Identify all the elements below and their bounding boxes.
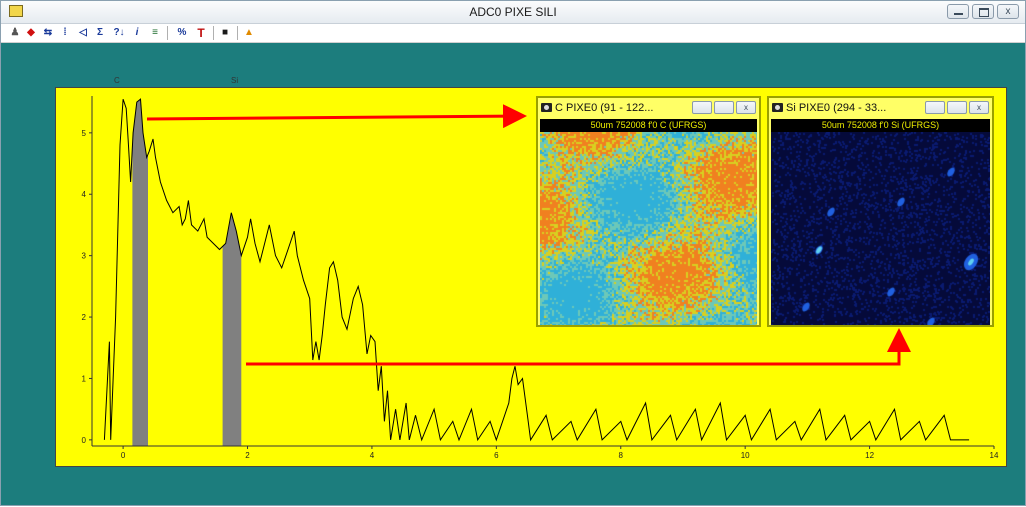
c-map-window[interactable]: C PIXE0 (91 - 122... x 50um 752008 f'0 C… bbox=[536, 96, 761, 327]
arrows-icon[interactable]: ◆ bbox=[25, 26, 37, 40]
si-map-maximize-button[interactable] bbox=[947, 101, 967, 114]
y-tick-label: 1 bbox=[82, 374, 87, 383]
peak-label-si: Si bbox=[231, 76, 239, 85]
toolbar-separator bbox=[213, 26, 214, 40]
x-tick-label: 14 bbox=[990, 451, 999, 460]
sum-icon[interactable]: Σ bbox=[95, 26, 105, 40]
info-icon[interactable]: i bbox=[133, 26, 141, 40]
back-icon[interactable]: ⇆ bbox=[41, 26, 55, 40]
warning-icon[interactable]: ▲ bbox=[243, 26, 255, 40]
peak-region-si bbox=[222, 212, 242, 446]
window-icon[interactable]: ■ bbox=[219, 26, 231, 40]
si-map-close-button[interactable]: x bbox=[969, 101, 989, 114]
x-tick-label: 8 bbox=[619, 451, 624, 460]
toolbar-separator bbox=[237, 26, 238, 40]
camera-icon bbox=[772, 103, 783, 112]
x-tick-label: 6 bbox=[494, 451, 499, 460]
si-map-title: Si PIXE0 (294 - 33... bbox=[786, 102, 887, 114]
y-tick-label: 3 bbox=[82, 252, 87, 261]
text-icon[interactable]: T bbox=[195, 26, 207, 40]
x-tick-label: 10 bbox=[741, 451, 750, 460]
c-map-maximize-button[interactable] bbox=[714, 101, 734, 114]
app-window: ADC0 PIXE SILI x ♟ ◆ ⇆ ⁞ ◁ Σ ?↓ i ≡ % T … bbox=[0, 0, 1026, 506]
list-icon[interactable]: ≡ bbox=[149, 26, 161, 40]
maximize-button[interactable] bbox=[972, 4, 994, 19]
camera-icon bbox=[541, 103, 552, 112]
toolbar-separator bbox=[167, 26, 168, 40]
c-element-map[interactable] bbox=[540, 132, 757, 325]
c-map-minimize-button[interactable] bbox=[692, 101, 712, 114]
x-tick-label: 0 bbox=[121, 451, 126, 460]
si-map-window[interactable]: Si PIXE0 (294 - 33... x 50um 752008 f'0 … bbox=[767, 96, 994, 327]
si-map-titlebar[interactable]: Si PIXE0 (294 - 33... x bbox=[769, 98, 992, 118]
y-tick-label: 2 bbox=[82, 313, 87, 322]
y-tick-label: 4 bbox=[82, 190, 87, 199]
marker-icon[interactable]: ◁ bbox=[77, 26, 89, 40]
c-map-title: C PIXE0 (91 - 122... bbox=[555, 102, 654, 114]
c-map-label: 50um 752008 f'0 C (UFRGS) bbox=[540, 119, 757, 132]
x-tick-label: 2 bbox=[245, 451, 250, 460]
window-title: ADC0 PIXE SILI bbox=[469, 5, 557, 19]
question-icon[interactable]: ?↓ bbox=[111, 26, 127, 40]
si-element-map[interactable] bbox=[771, 132, 990, 325]
close-button[interactable]: x bbox=[997, 4, 1019, 19]
y-tick-label: 5 bbox=[82, 129, 87, 138]
x-tick-label: 4 bbox=[370, 451, 375, 460]
peak-label-c: C bbox=[114, 76, 120, 85]
title-bar: ADC0 PIXE SILI x bbox=[1, 1, 1025, 24]
y-tick-label: 0 bbox=[82, 436, 87, 445]
si-map-minimize-button[interactable] bbox=[925, 101, 945, 114]
x-tick-label: 12 bbox=[865, 451, 874, 460]
percent-icon[interactable]: % bbox=[173, 26, 191, 40]
toolbar: ♟ ◆ ⇆ ⁞ ◁ Σ ?↓ i ≡ % T ■ ▲ bbox=[1, 24, 1025, 43]
si-map-label: 50um 752008 f'0 Si (UFRGS) bbox=[771, 119, 990, 132]
c-map-titlebar[interactable]: C PIXE0 (91 - 122... x bbox=[538, 98, 759, 118]
zoom-icon[interactable]: ♟ bbox=[9, 26, 21, 40]
c-map-close-button[interactable]: x bbox=[736, 101, 756, 114]
minimize-button[interactable] bbox=[947, 4, 969, 19]
lin-log-icon[interactable]: ⁞ bbox=[59, 26, 71, 40]
